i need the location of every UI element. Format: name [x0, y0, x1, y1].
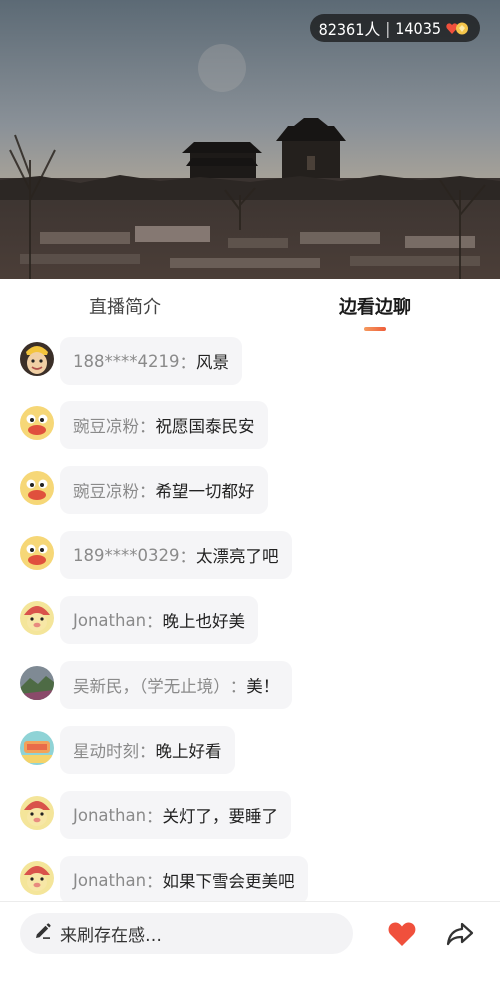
chat-message: 吴新民，（学无止境）：美！: [20, 661, 293, 709]
message-text: 太漂亮了吧: [196, 547, 279, 566]
message-colon: ：: [229, 677, 247, 696]
message-username: 豌豆凉粉: [73, 417, 139, 436]
message-bubble: Jonathan：晚上也好美: [60, 596, 259, 644]
chat-message: 豌豆凉粉：希望一切都好: [20, 466, 268, 514]
chat-message: 星动时刻：晚上好看: [20, 726, 235, 774]
message-username: 吴新民，（学无止境）: [73, 677, 230, 696]
message-bubble: 188****4219：风景: [60, 337, 242, 385]
message-text: 风景: [196, 353, 229, 372]
message-username: 星动时刻: [73, 742, 139, 761]
chat-message: 豌豆凉粉：祝愿国泰民安: [20, 401, 268, 449]
counter-separator: |: [385, 18, 391, 38]
message-colon: ：: [179, 353, 197, 372]
message-username: 189****0329: [73, 545, 180, 565]
message-username: Jonathan: [73, 610, 147, 630]
comment-placeholder: 来刷存在感…: [60, 926, 162, 946]
poster-icon[interactable]: [20, 731, 54, 765]
chat-message: Jonathan：关灯了，要睡了: [20, 791, 292, 839]
tab-bar: 直播简介 边看边聊: [0, 279, 500, 333]
message-text: 美！: [246, 677, 280, 696]
message-bubble: 189****0329：太漂亮了吧: [60, 531, 292, 579]
comment-input[interactable]: 来刷存在感…: [20, 913, 353, 954]
message-colon: ：: [139, 742, 156, 761]
message-text: 关灯了，要睡了: [162, 807, 279, 826]
message-bubble: Jonathan：如果下雪会更美吧: [60, 856, 308, 901]
chat-message: 188****4219：风景: [20, 337, 242, 385]
bottom-action-bar: 来刷存在感…: [0, 901, 500, 984]
tab-chat-label: 边看边聊: [339, 297, 411, 318]
viewer-like-counter: 82361人 | 14035: [309, 14, 480, 42]
chat-message: 189****0329：太漂亮了吧: [20, 531, 292, 579]
duck-icon[interactable]: [20, 471, 54, 505]
message-bubble: 吴新民，（学无止境）：美！: [60, 661, 293, 709]
tab-chat[interactable]: 边看边聊: [250, 279, 500, 333]
message-username: 豌豆凉粉: [73, 482, 139, 501]
active-tab-indicator: [364, 327, 386, 331]
message-username: 188****4219: [73, 351, 180, 371]
chat-message: Jonathan：如果下雪会更美吧: [20, 856, 308, 901]
tab-intro[interactable]: 直播简介: [0, 279, 250, 333]
message-text: 如果下雪会更美吧: [162, 872, 295, 891]
chat-message: Jonathan：晚上也好美: [20, 596, 259, 644]
message-colon: ：: [146, 872, 163, 891]
tab-intro-label: 直播简介: [89, 297, 161, 318]
message-username: Jonathan: [73, 870, 147, 890]
duck-icon[interactable]: [20, 406, 54, 440]
message-text: 希望一切都好: [155, 482, 255, 501]
share-icon: [446, 922, 474, 946]
message-colon: ：: [146, 807, 163, 826]
viewer-count: 82361人: [318, 20, 381, 39]
message-bubble: 星动时刻：晚上好看: [60, 726, 235, 774]
message-text: 晚上也好美: [162, 612, 246, 631]
cartoon-boy-icon[interactable]: [20, 342, 54, 376]
message-username: Jonathan: [73, 805, 147, 825]
message-text: 祝愿国泰民安: [155, 417, 255, 436]
pencil-icon: [34, 922, 52, 945]
duck-icon[interactable]: [20, 536, 54, 570]
pig-icon[interactable]: [20, 601, 54, 635]
live-video-player[interactable]: 82361人 | 14035: [0, 0, 500, 279]
message-bubble: Jonathan：关灯了，要睡了: [60, 791, 292, 839]
message-colon: ：: [139, 482, 156, 501]
like-button[interactable]: [386, 918, 418, 950]
message-bubble: 豌豆凉粉：祝愿国泰民安: [60, 401, 268, 449]
landscape-photo[interactable]: [20, 666, 54, 700]
message-colon: ：: [146, 612, 163, 631]
message-colon: ：: [139, 417, 156, 436]
message-bubble: 豌豆凉粉：希望一切都好: [60, 466, 268, 514]
hearts-icon: [446, 20, 470, 36]
chat-list[interactable]: 188****4219：风景 豌豆凉粉：祝愿国泰民安 豌豆凉粉：希望一切都好 1…: [0, 333, 500, 901]
message-text: 晚上好看: [155, 742, 222, 761]
pig-icon[interactable]: [20, 796, 54, 830]
message-colon: ：: [179, 547, 197, 566]
like-count: 14035: [395, 18, 441, 38]
share-button[interactable]: [444, 918, 476, 950]
pig-icon[interactable]: [20, 861, 54, 895]
heart-icon: [388, 922, 416, 946]
